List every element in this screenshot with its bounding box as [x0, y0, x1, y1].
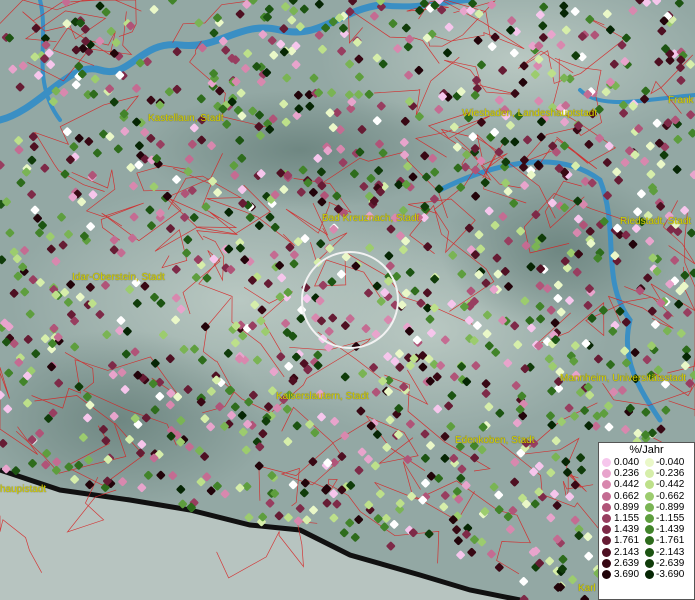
legend-swatch-negative [645, 458, 654, 467]
legend-title: %/Jahr [629, 444, 664, 456]
map-canvas[interactable] [0, 0, 695, 600]
legend-value-negative: -0.040 [656, 457, 685, 468]
legend-value-negative: -1.439 [656, 524, 685, 536]
legend-value-negative: -2.639 [656, 557, 685, 569]
legend-value-negative: -2.143 [656, 546, 685, 558]
legend-value-positive: 0.899 [614, 501, 640, 513]
legend-row: 3.690 -3.690 [599, 569, 694, 580]
legend-swatch-positive [602, 502, 611, 512]
place-label-kaiserslautern: Kaiserslautern, Stadt [276, 391, 369, 402]
legend-value-negative: -1.155 [656, 512, 685, 524]
legend-swatch-negative [645, 469, 654, 479]
legend-swatch-positive [602, 469, 611, 479]
place-label-frank: Frank [668, 95, 694, 106]
legend-value-positive: 3.690 [614, 568, 640, 580]
legend-row: 1.155 -1.155 [599, 513, 694, 524]
legend-row: 1.439 -1.439 [599, 524, 694, 535]
legend-swatch-positive [602, 513, 611, 523]
legend-swatch-negative [645, 513, 654, 523]
place-label-mannheim: Mannheim, Universitätsstadt [560, 373, 687, 384]
legend-swatch-negative [645, 536, 654, 546]
legend-swatch-positive [602, 458, 611, 467]
legend-value-negative: -0.236 [656, 468, 685, 480]
legend-value-positive: 0.040 [614, 457, 640, 468]
legend-swatch-positive [602, 525, 611, 535]
legend-value-positive: 0.662 [614, 490, 640, 502]
legend-row: 2.639 -2.639 [599, 558, 694, 569]
legend-panel: %/Jahr 0.040 -0.040 0.236 -0.236 0.442 -0.442… [598, 442, 695, 600]
place-label-haupistadt: haupistadt [0, 484, 47, 495]
place-label-riedstadt: Riedstadt, Stadt [620, 216, 692, 227]
legend-row: 0.236 -0.236 [599, 468, 694, 479]
place-label-bad-kreuznach: Bad Kreuznach, Stadt [322, 213, 420, 224]
legend-swatch-positive [602, 480, 611, 490]
legend-swatch-negative [645, 547, 654, 557]
place-label-edenkoben: Edenkoben, Stadt [455, 435, 535, 446]
legend-swatch-positive [602, 569, 611, 579]
legend-swatch-positive [602, 536, 611, 546]
legend-row: 0.899 -0.899 [599, 502, 694, 513]
legend-value-positive: 0.442 [614, 479, 640, 491]
legend-value-negative: -1.761 [656, 535, 685, 547]
legend-value-positive: 0.236 [614, 468, 640, 480]
legend-swatch-negative [645, 502, 654, 512]
legend-swatch-negative [645, 491, 654, 501]
legend-value-positive: 2.639 [614, 557, 640, 569]
legend-value-negative: -0.662 [656, 490, 685, 502]
legend-value-negative: -0.442 [656, 479, 685, 491]
legend-value-positive: 1.155 [614, 512, 640, 524]
legend-swatch-negative [645, 569, 654, 579]
legend-row: 0.040 -0.040 [599, 457, 694, 468]
legend-row: 1.761 -1.761 [599, 535, 694, 546]
place-label-karl: Karl [578, 583, 596, 594]
place-label-kastellaun: Kastellaun, Stadt [148, 113, 224, 124]
legend-value-negative: -3.690 [656, 568, 685, 580]
place-label-wiesbaden: Wiesbaden, Landeshauptstadt [462, 108, 598, 119]
place-label-idar-oberstein: Idar-Oberstein, Stadt [72, 272, 165, 283]
legend-swatch-positive [602, 558, 611, 568]
legend-swatch-positive [602, 491, 611, 501]
legend-swatch-negative [645, 480, 654, 490]
legend-row: 2.143 -2.143 [599, 547, 694, 558]
legend-swatch-negative [645, 558, 654, 568]
legend-swatch-positive [602, 547, 611, 557]
legend-value-positive: 1.761 [614, 535, 640, 547]
legend-value-negative: -0.899 [656, 501, 685, 513]
legend-row: 0.442 -0.442 [599, 479, 694, 490]
legend-row: 0.662 -0.662 [599, 491, 694, 502]
legend-swatch-negative [645, 525, 654, 535]
legend-rows: 0.040 -0.040 0.236 -0.236 0.442 -0.442 0.662 -0… [599, 457, 694, 580]
legend-value-positive: 2.143 [614, 546, 640, 558]
legend-value-positive: 1.439 [614, 524, 640, 536]
